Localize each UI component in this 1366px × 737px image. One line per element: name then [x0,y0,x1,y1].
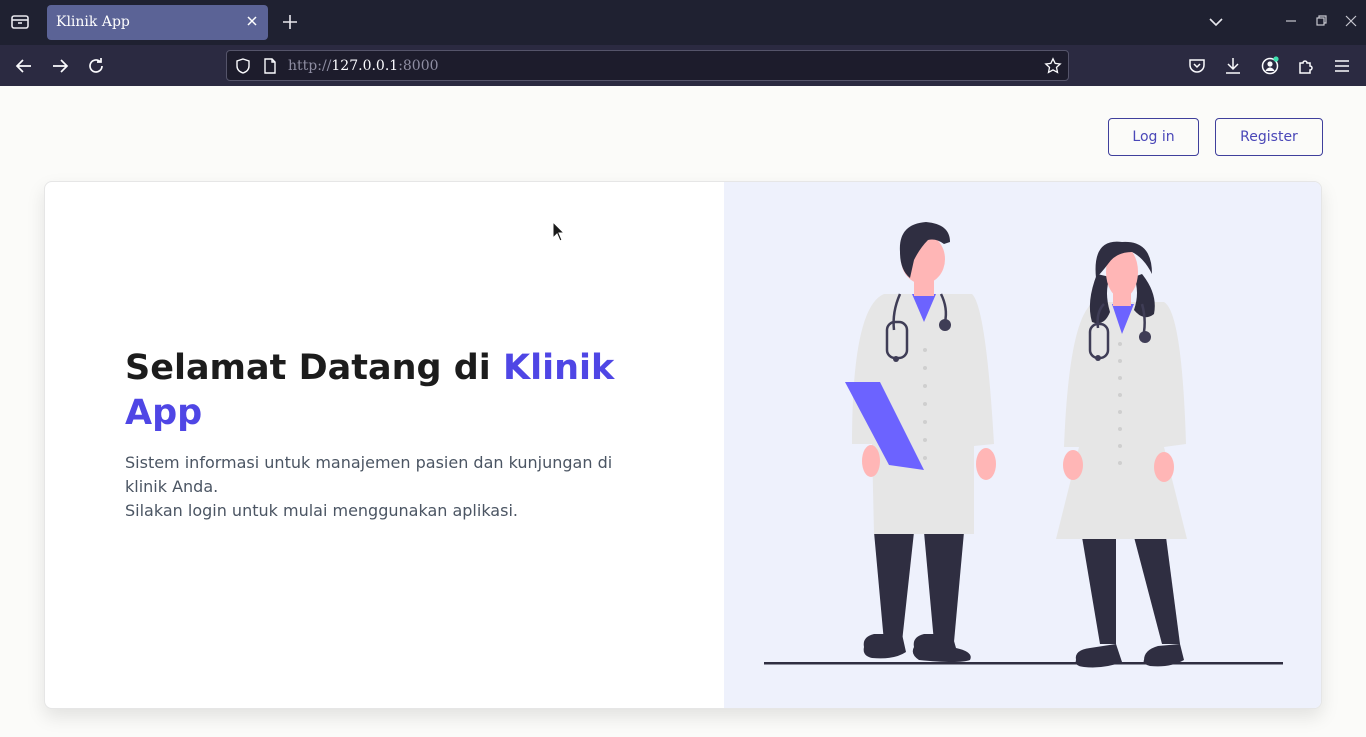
male-doctor-figure [845,222,996,662]
back-arrow-icon[interactable] [13,55,35,77]
login-button[interactable]: Log in [1108,118,1199,156]
url-host: 127.0.0.1 [331,58,399,74]
tab-overview-icon[interactable] [8,11,32,33]
description-line-1: Sistem informasi untuk manajemen pasien … [125,453,613,496]
restore-icon[interactable] [1313,13,1329,29]
welcome-text-panel: Selamat Datang di Klinik App Sistem info… [45,182,724,708]
new-tab-icon[interactable] [279,11,301,33]
description: Sistem informasi untuk manajemen pasien … [125,451,625,523]
tab-title: Klinik App [56,14,130,30]
floor-line [764,662,1283,665]
url-scheme: http:// [288,58,332,74]
menu-icon[interactable] [1331,55,1353,77]
extensions-icon[interactable] [1295,55,1317,77]
url-port: :8000 [398,58,439,74]
page-title: Selamat Datang di Klinik App [125,346,645,436]
window-close-icon[interactable] [1343,13,1359,29]
female-doctor-figure [1056,241,1187,668]
description-line-2: Silakan login untuk mulai menggunakan ap… [125,501,518,520]
shield-icon[interactable] [234,57,252,75]
browser-tab-bar: Klinik App [0,0,1366,45]
browser-tab[interactable]: Klinik App [47,5,268,40]
reload-icon[interactable] [85,55,107,77]
welcome-card: Selamat Datang di Klinik App Sistem info… [44,181,1322,709]
title-main: Selamat Datang di [125,348,503,388]
doctors-illustration [764,222,1283,668]
address-bar[interactable]: http://127.0.0.1:8000 [226,50,1069,81]
page-content: Log in Register Selamat Datang di Klinik… [0,86,1366,737]
minimize-icon[interactable] [1283,13,1299,29]
bookmark-star-icon[interactable] [1044,57,1062,75]
illustration-panel [724,182,1321,708]
browser-nav-bar: http://127.0.0.1:8000 [0,45,1366,86]
chevron-down-icon[interactable] [1205,11,1227,33]
page-icon[interactable] [261,57,279,75]
close-icon[interactable] [244,13,260,29]
pocket-icon[interactable] [1186,55,1208,77]
mouse-cursor-icon [552,220,566,243]
download-icon[interactable] [1222,55,1244,77]
forward-arrow-icon[interactable] [49,55,71,77]
url-text: http://127.0.0.1:8000 [288,58,439,74]
register-button[interactable]: Register [1215,118,1323,156]
account-icon[interactable] [1259,55,1281,77]
